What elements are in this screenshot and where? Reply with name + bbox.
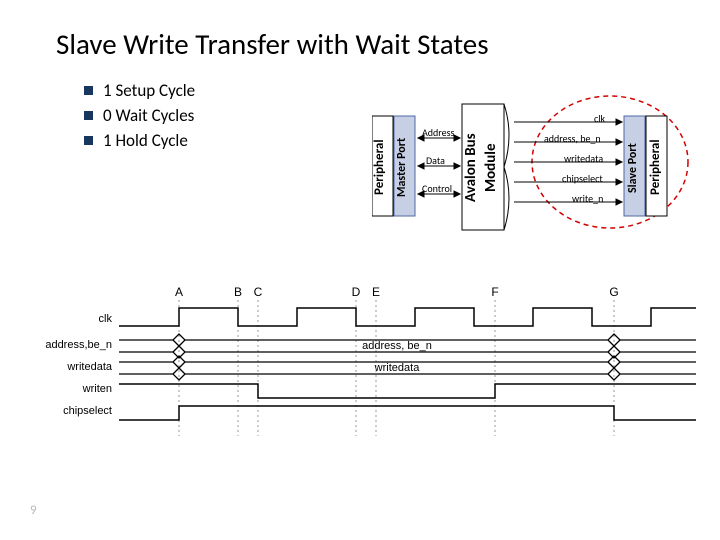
avalon-bus-label: Avalon Bus [462, 116, 480, 220]
bullet-text: 1 Hold Cycle [103, 130, 188, 151]
sp-signal-chipselect: chipselect [562, 172, 603, 185]
bus-module-diagram: Peripheral Master Port Avalon Bus Module… [372, 86, 690, 242]
marker-B: B [234, 285, 242, 299]
sp-signal-writen: write_n [572, 192, 603, 205]
marker-C: C [254, 285, 263, 299]
row-label-addr: address,be_n [45, 339, 112, 351]
master-port-label: Master Port [395, 128, 409, 206]
writedata-mid-label: writedata [374, 362, 421, 374]
bullet-list: 1 Setup Cycle 0 Wait Cycles 1 Hold Cycle [84, 80, 195, 155]
sp-signal-clk: clk [594, 112, 605, 125]
list-item: 1 Hold Cycle [84, 130, 195, 151]
peripheral-right-label: Peripheral [648, 132, 663, 202]
module-label: Module [482, 128, 500, 208]
page-number: 9 [30, 503, 37, 518]
sp-signal-writedata: writedata [564, 152, 603, 165]
row-label-chipselect: chipselect [63, 405, 112, 417]
list-item: 1 Setup Cycle [84, 80, 195, 101]
marker-F: F [491, 285, 498, 299]
mp-signal-address: Address [422, 126, 454, 139]
peripheral-left-label: Peripheral [372, 132, 387, 202]
marker-E: E [372, 285, 380, 299]
row-label-clk: clk [99, 313, 113, 325]
marker-D: D [352, 285, 361, 299]
bullet-text: 1 Setup Cycle [103, 80, 195, 101]
addr-mid-label: address, be_n [362, 340, 432, 352]
mp-signal-control: Control [422, 182, 452, 195]
mp-signal-data: Data [426, 154, 445, 167]
row-label-writen: writen [82, 383, 112, 395]
page-title: Slave Write Transfer with Wait States [56, 26, 489, 62]
timing-diagram: A B C D E F G clk address,be_n writedata… [24, 284, 696, 444]
bullet-text: 0 Wait Cycles [103, 105, 194, 126]
sp-signal-address: address, be_n [544, 132, 601, 145]
slave-port-label: Slave Port [626, 130, 640, 206]
marker-G: G [609, 285, 618, 299]
list-item: 0 Wait Cycles [84, 105, 195, 126]
row-label-writedata: writedata [66, 361, 113, 373]
marker-A: A [175, 285, 183, 299]
